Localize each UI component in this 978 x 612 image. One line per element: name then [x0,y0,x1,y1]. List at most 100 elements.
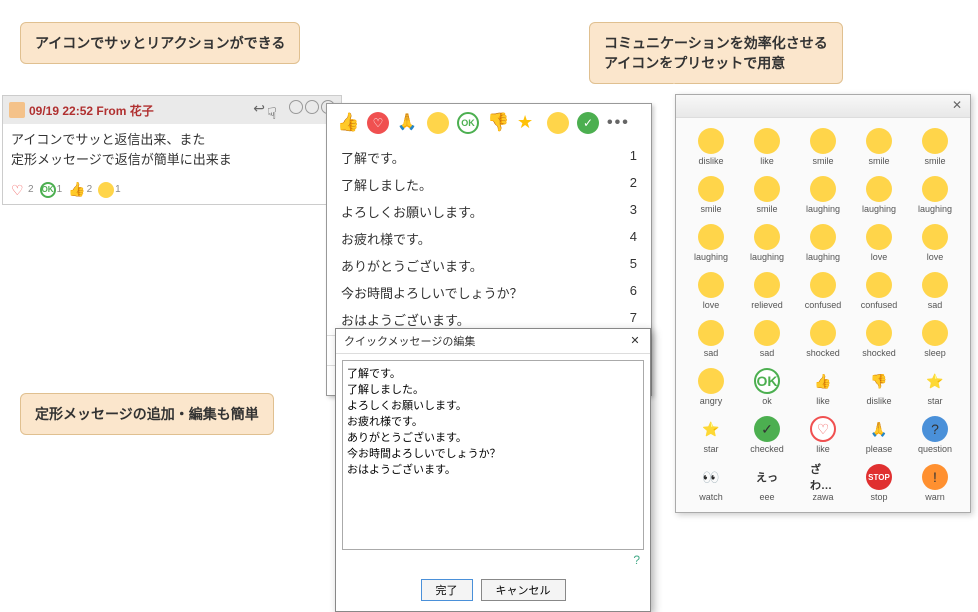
emoji-cell-confused[interactable]: confused [796,270,850,312]
ok-icon[interactable]: OK [457,112,479,134]
emoji-cell-sad[interactable]: sad [908,270,962,312]
eee-icon: えっ [754,464,780,490]
star-icon[interactable]: ★ [517,112,539,134]
action-icon[interactable] [305,100,319,114]
quick-item-number: 1 [630,148,637,167]
quick-message-list: 了解です。1了解しました。2よろしくお願いします。3お疲れ様です。4ありがとうご… [327,142,651,335]
emoji-cell-eee[interactable]: えっeee [740,462,794,504]
reaction-thumb[interactable]: 👍2 [68,181,92,198]
emoji-cell-smile[interactable]: smile [740,174,794,216]
ok-button[interactable]: 完了 [421,579,473,601]
emoji-label: smile [700,204,721,214]
reply-icon[interactable]: ↩ [253,100,265,120]
callout-preset: コミュニケーションを効率化させる アイコンをプリセットで用意 [589,22,843,84]
emoji-cell-confused[interactable]: confused [852,270,906,312]
quick-item-text: ありがとうございます。 [341,256,483,275]
emoji-label: smile [868,156,889,166]
emoji-cell-sad[interactable]: sad [740,318,794,360]
thumbs-down-icon[interactable]: 👎 [487,112,509,134]
callout-reaction: アイコンでサッとリアクションができる [20,22,300,64]
quick-item-number: 7 [630,310,637,329]
action-icon[interactable] [289,100,303,114]
emoji-cell-warn[interactable]: !warn [908,462,962,504]
emoji-label: like [760,156,774,166]
emoji-cell-smile[interactable]: smile [852,126,906,168]
emoji-cell-dislike[interactable]: 👎dislike [852,366,906,408]
question-icon: ? [922,416,948,442]
reaction-smile[interactable]: 1 [98,182,121,198]
emoji-label: smile [756,204,777,214]
emoji-cell-laughing[interactable]: laughing [684,222,738,264]
emoji-cell-relieved[interactable]: relieved [740,270,794,312]
cancel-button[interactable]: キャンセル [481,579,566,601]
relieved-icon [754,272,780,298]
emoji-cell-smile[interactable]: smile [908,126,962,168]
quick-message-item[interactable]: 今お時間よろしいでしょうか？6 [327,279,651,306]
quick-message-item[interactable]: よろしくお願いします。3 [327,198,651,225]
emoji-cell-like[interactable]: 👍like [796,366,850,408]
emoji-label: sad [704,348,719,358]
help-icon[interactable]: ? [342,553,644,567]
emoji-cell-smile[interactable]: smile [684,174,738,216]
emoji-cell-watch[interactable]: 👀watch [684,462,738,504]
neutral-icon[interactable] [547,112,569,134]
laughing-icon [698,224,724,250]
emoji-cell-checked[interactable]: ✓checked [740,414,794,456]
emoji-cell-angry[interactable]: angry [684,366,738,408]
quick-message-item[interactable]: お疲れ様です。4 [327,225,651,252]
emoji-cell-love[interactable]: love [852,222,906,264]
emoji-label: warn [925,492,945,502]
emoji-cell-star[interactable]: ⭐star [684,414,738,456]
reaction-ok[interactable]: OK1 [40,182,63,198]
emoji-cell-shocked[interactable]: shocked [852,318,906,360]
check-icon[interactable]: ✓ [577,112,599,134]
emoji-cell-sad[interactable]: sad [684,318,738,360]
emoji-cell-laughing[interactable]: laughing [852,174,906,216]
emoji-label: laughing [694,252,728,262]
quick-message-textarea[interactable] [342,360,644,550]
emoji-cell-ok[interactable]: OKok [740,366,794,408]
reaction-row: ♡2 OK1 👍2 1 [3,175,341,204]
emoji-label: angry [700,396,723,406]
stop-icon: STOP [866,464,892,490]
more-icon[interactable]: ••• [607,114,630,132]
emoji-cell-dislike[interactable]: dislike [684,126,738,168]
emoji-cell-please[interactable]: 🙏please [852,414,906,456]
heart-icon[interactable]: ♡ [367,112,389,134]
close-icon[interactable]: ✕ [949,98,965,114]
emoji-cell-smile[interactable]: smile [796,126,850,168]
emoji-cell-laughing[interactable]: laughing [908,174,962,216]
emoji-grid: dislikelikesmilesmilesmilesmilesmilelaug… [676,118,970,512]
emoji-cell-shocked[interactable]: shocked [796,318,850,360]
cursor-hand-icon: ☟ [267,104,287,124]
emoji-cell-zawa[interactable]: ざわ…zawa [796,462,850,504]
quick-item-number: 4 [630,229,637,248]
emoji-cell-laughing[interactable]: laughing [796,222,850,264]
emoji-cell-like[interactable]: ♡like [796,414,850,456]
close-icon[interactable]: ✕ [628,334,642,348]
smile-icon[interactable] [427,112,449,134]
emoji-cell-question[interactable]: ?question [908,414,962,456]
reaction-heart[interactable]: ♡2 [11,182,34,198]
emoji-cell-laughing[interactable]: laughing [796,174,850,216]
quick-message-item[interactable]: ありがとうございます。5 [327,252,651,279]
quick-message-item[interactable]: 了解しました。2 [327,171,651,198]
pray-icon[interactable]: 🙏 [397,112,419,134]
thumbs-up-icon[interactable]: 👍 [337,112,359,134]
quick-message-item[interactable]: 了解です。1 [327,144,651,171]
message-timestamp: 09/19 22:52 From 花子 [29,102,154,119]
emoji-cell-star[interactable]: ⭐star [908,366,962,408]
emoji-cell-like[interactable]: like [740,126,794,168]
emoji-cell-love[interactable]: love [684,270,738,312]
emoji-cell-laughing[interactable]: laughing [740,222,794,264]
emoji-cell-sleep[interactable]: sleep [908,318,962,360]
emoji-cell-love[interactable]: love [908,222,962,264]
emoji-label: smile [812,156,833,166]
emoji-label: laughing [918,204,952,214]
quick-emoji-row: 👍 ♡ 🙏 OK 👎 ★ ✓ ••• [327,104,651,142]
like-icon: ♡ [810,416,836,442]
avatar [9,102,25,118]
quick-item-text: おはようございます。 [341,310,470,329]
emoji-cell-stop[interactable]: STOPstop [852,462,906,504]
smile-icon [698,176,724,202]
